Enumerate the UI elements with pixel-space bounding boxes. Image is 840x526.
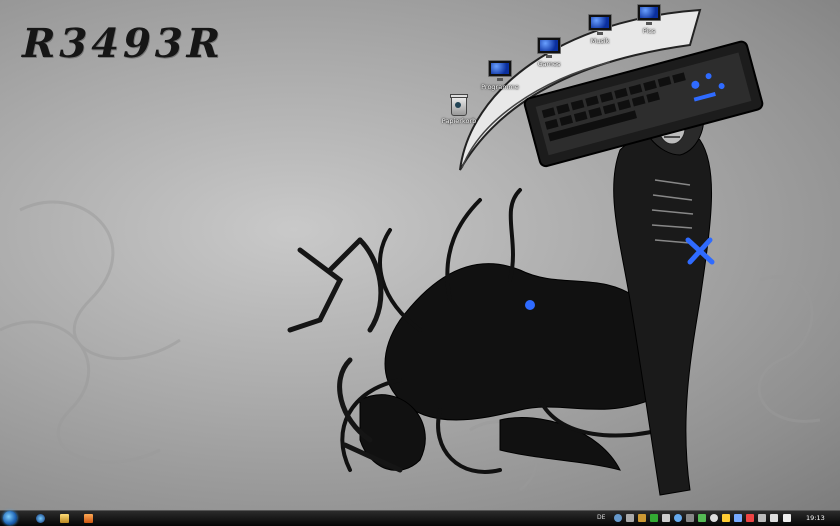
tray-app-icon[interactable] [698,514,706,522]
language-indicator[interactable]: DE [597,514,605,521]
tray-app-icon[interactable] [734,514,742,522]
tray-app-icon[interactable] [650,514,658,522]
tray-app-icon[interactable] [638,514,646,522]
tray-app-icon[interactable] [710,514,718,522]
tray-app-icon[interactable] [626,514,634,522]
desktop-icon-recycle-bin[interactable]: Papierkorb [430,94,488,125]
start-button[interactable] [3,511,17,525]
windows-explorer-icon[interactable] [60,514,69,523]
wallpaper-reaper-art [0,8,821,496]
recycle-bin-icon [450,94,468,116]
desktop-icon-label: Pics [642,27,656,35]
tray-app-icon[interactable] [674,514,682,522]
desktop-icon-label: Papierkorb [441,117,477,125]
media-player-icon[interactable] [84,514,93,523]
wallpaper-logo-text: R3493R [17,20,229,67]
tray-app-icon[interactable] [662,514,670,522]
desktop-icon-label: Programme [481,83,519,91]
volume-icon[interactable] [770,514,778,522]
desktop-icon-label: Musik [590,37,610,45]
tray-app-icon[interactable] [686,514,694,522]
monitor-icon [637,4,661,25]
desktop: R3493R Papierkorb Programme Games Musik … [0,0,840,510]
monitor-icon [588,14,612,35]
desktop-icon-label: Games [537,60,561,68]
monitor-icon [488,60,512,81]
internet-explorer-icon[interactable] [36,514,45,523]
network-icon[interactable] [758,514,766,522]
flag-icon[interactable] [783,514,791,522]
clock[interactable]: 19:13 [806,514,825,522]
tray-app-icon[interactable] [746,514,754,522]
taskbar: DE 19:13 [0,510,840,526]
tray-app-icon[interactable] [614,514,622,522]
monitor-icon [537,37,561,58]
desktop-icon-games[interactable]: Games [520,37,578,68]
desktop-icon-pics[interactable]: Pics [620,4,678,35]
tray-app-icon[interactable] [722,514,730,522]
